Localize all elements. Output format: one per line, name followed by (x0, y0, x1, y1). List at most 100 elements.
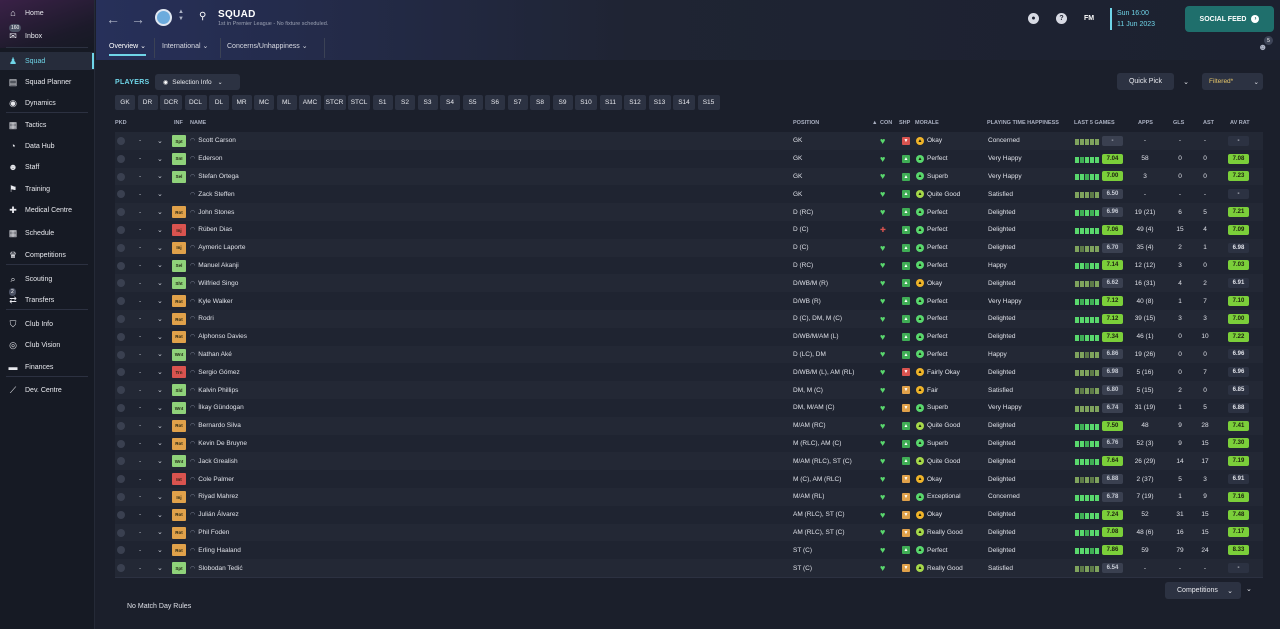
chevron-down-icon[interactable]: ⌄ (157, 310, 163, 328)
player-name[interactable]: ◠ Kalvin Phillips (190, 381, 238, 399)
table-row[interactable]: - ⌄ ◠ Zack Steffen GK ♥ ▲ ▲ Quite Good Satisfied 6… (115, 185, 1263, 204)
player-name[interactable]: ◠ Jack Grealish (190, 452, 238, 470)
col-header-pkd[interactable]: PKD (115, 120, 127, 126)
chevron-down-icon[interactable]: ⌄ (157, 417, 163, 435)
pick-checkbox[interactable] (117, 510, 125, 519)
player-name[interactable]: ◠ Zack Steffen (190, 185, 235, 203)
player-name[interactable]: ◠ Wilfried Singo (190, 274, 238, 292)
table-row[interactable]: - ⌄ Sld ◠ Kalvin Phillips DM, M (C) ♥ ▼ ▲ Fair Sat… (115, 381, 1263, 399)
player-name[interactable]: ◠ Sergio Gómez (190, 363, 240, 381)
pick-checkbox[interactable] (117, 154, 125, 163)
world-icon[interactable]: ● (1028, 13, 1039, 24)
position-filter-s14[interactable]: S14 (673, 95, 695, 110)
table-row[interactable]: - ⌄ Sht ◠ Wilfried Singo D/WB/M (R) ♥ ▲ ▲ Okay Del… (115, 274, 1263, 293)
pick-checkbox[interactable] (117, 386, 125, 395)
forward-arrow-icon[interactable]: → (131, 11, 145, 27)
chevron-down-icon[interactable]: ⌄ (157, 435, 163, 453)
chevron-down-icon[interactable]: ⌄ (157, 452, 163, 470)
chevron-down-icon[interactable]: ⌄ (157, 363, 163, 381)
player-name[interactable]: ◠ Phil Foden (190, 524, 229, 542)
table-row[interactable]: - ⌄ SnI ◠ Ederson GK ♥ ▲ ▲ Perfect Very Happy 7.04 5… (115, 149, 1263, 168)
position-filter-stcr[interactable]: STCR (323, 95, 346, 110)
pick-checkbox[interactable] (117, 261, 125, 270)
chevron-down-icon[interactable]: ⌄ (157, 239, 163, 257)
chevron-down-icon[interactable]: ⌄ (157, 488, 163, 506)
player-name[interactable]: ◠ Kevin De Bruyne (190, 435, 247, 453)
sidebar-item-squad-planner[interactable]: ▤ Squad Planner (0, 73, 94, 91)
help-icon[interactable]: ? (1056, 13, 1067, 24)
player-name[interactable]: ◠ Cole Palmer (190, 470, 234, 488)
position-filter-s2[interactable]: S2 (395, 95, 415, 110)
fm-logo[interactable]: FM (1084, 15, 1094, 22)
position-filter-mr[interactable]: MR (231, 95, 252, 110)
sidebar-item-schedule[interactable]: ▦ Schedule (0, 224, 94, 242)
table-row[interactable]: - ⌄ Spt ◠ Slobodan Tedić ST (C) ♥ ▼ ▲ Really Good… (115, 559, 1263, 577)
sidebar-item-finances[interactable]: ▬ Finances (0, 358, 94, 376)
col-header-apps[interactable]: APPS (1138, 120, 1153, 126)
quick-pick-dropdown-icon[interactable]: ⌄ (1174, 73, 1197, 90)
sidebar-item-scouting[interactable]: ⌕ Scouting (0, 270, 94, 288)
sidebar-item-training[interactable]: ⚑ Training (0, 180, 94, 198)
table-row[interactable]: - ⌄ Rot ◠ Rodri D (C), DM, M (C) ♥ ▲ ▲ Perfect Del… (115, 310, 1263, 328)
position-filter-s4[interactable]: S4 (440, 95, 460, 110)
table-row[interactable]: - ⌄ Spt ◠ Scott Carson GK ♥ ▼ ▲ Okay Concerned - - - -… (115, 132, 1263, 150)
competitions-button[interactable]: Competitions ⌄ (1165, 582, 1241, 599)
selection-info-button[interactable]: ◉ Selection Info ⌄ (155, 74, 240, 90)
position-filter-amc[interactable]: AMC (299, 95, 321, 110)
position-filter-stcl[interactable]: STCL (348, 95, 370, 110)
col-header-happiness[interactable]: PLAYING TIME HAPPINESS (987, 120, 1059, 126)
pick-checkbox[interactable] (117, 404, 125, 412)
position-filter-s6[interactable]: S6 (485, 95, 505, 110)
player-name[interactable]: ◠ Julián Álvarez (190, 506, 239, 524)
position-filter-s10[interactable]: S10 (575, 95, 597, 110)
pick-checkbox[interactable] (117, 421, 125, 430)
pick-checkbox[interactable] (117, 226, 125, 234)
player-name[interactable]: ◠ Manuel Akanji (190, 257, 239, 275)
chevron-down-icon[interactable]: ⌄ (157, 346, 163, 364)
col-header-gls[interactable]: GLS (1173, 120, 1184, 126)
player-name[interactable]: ◠ Nathan Aké (190, 346, 232, 364)
expand-chevron-icon[interactable]: ⌄ (1246, 585, 1252, 593)
chevron-down-icon[interactable]: ⌄ (157, 257, 163, 275)
col-header-ast[interactable]: AST (1203, 120, 1214, 126)
col-header-con[interactable]: CON (880, 120, 892, 126)
sidebar-item-tactics[interactable]: ▦ Tactics (0, 116, 94, 134)
filter-button[interactable]: Filtered* ⌄ (1202, 73, 1263, 90)
pick-checkbox[interactable] (117, 528, 125, 537)
table-row[interactable]: - ⌄ Inj ◠ Aymeric Laporte D (C) ♥ ▲ ▲ Perfect Deli… (115, 238, 1263, 257)
position-filter-s7[interactable]: S7 (507, 95, 528, 110)
table-row[interactable]: - ⌄ Trn ◠ Sergio Gómez D/WB/M (L), AM (RL) ♥ ▼ ▲… (115, 363, 1263, 382)
table-row[interactable]: - ⌄ Rot ◠ Phil Foden AM (RLC), ST (C) ♥ ▼ ▲ Reall… (115, 523, 1263, 542)
chevron-down-icon[interactable]: ⌄ (157, 292, 163, 310)
table-row[interactable]: - ⌄ Int ◠ Cole Palmer M (C), AM (RLC) ♥ ▼ ▲ Okay D… (115, 470, 1263, 488)
sidebar-item-club-vision[interactable]: ◎ Club Vision (0, 336, 94, 354)
position-filter-dcr[interactable]: DCR (160, 95, 182, 110)
table-row[interactable]: - ⌄ Wnt ◠ İlkay Gündogan DM, M/AM (C) ♥ ▼ ▲ Super… (115, 399, 1263, 417)
sidebar-item-dev-centre[interactable]: ⟋ Dev. Centre (0, 381, 94, 399)
sidebar-item-staff[interactable]: ☻ Staff (0, 158, 94, 176)
player-name[interactable]: ◠ Rodri (190, 310, 214, 328)
chevron-down-icon[interactable]: ⌄ (157, 524, 163, 542)
pick-checkbox[interactable] (117, 475, 125, 484)
table-row[interactable]: - ⌄ Wnt ◠ Nathan Aké D (LC), DM ♥ ▲ ▲ Perfect Happ… (115, 345, 1263, 364)
chevron-down-icon[interactable]: ⌄ (157, 399, 163, 417)
chevron-down-icon[interactable]: ⌄ (157, 541, 163, 559)
pick-checkbox[interactable] (117, 315, 125, 323)
table-row[interactable]: - ⌄ Sel ◠ Manuel Akanji D (RC) ♥ ▲ ▲ Perfect Happy… (115, 256, 1263, 275)
col-header-morale[interactable]: MORALE (915, 120, 939, 126)
table-row[interactable]: - ⌄ Rot ◠ Bernardo Silva M/AM (RC) ♥ ▲ ▲ Quite Go… (115, 416, 1263, 435)
chevron-down-icon[interactable]: ⌄ (157, 168, 163, 186)
chevron-down-icon[interactable]: ⌄ (157, 221, 163, 239)
sidebar-item-club-info[interactable]: ⛉ Club Info (0, 315, 94, 333)
table-row[interactable]: - ⌄ Sel ◠ Stefan Ortega GK ♥ ▲ ▲ Superb Very Happy… (115, 167, 1263, 186)
position-filter-ml[interactable]: ML (276, 95, 297, 110)
quick-pick-button[interactable]: Quick Pick (1117, 73, 1174, 90)
chevron-down-icon[interactable]: ⌄ (157, 470, 163, 488)
col-header-position[interactable]: POSITION (793, 120, 819, 126)
pick-checkbox[interactable] (117, 546, 125, 555)
sidebar-item-competitions[interactable]: ♛ Competitions (0, 246, 94, 264)
pick-checkbox[interactable] (117, 208, 125, 217)
player-name[interactable]: ◠ İlkay Gündogan (190, 399, 244, 417)
player-name[interactable]: ◠ Aymeric Laporte (190, 239, 245, 257)
player-name[interactable]: ◠ Scott Carson (190, 132, 236, 150)
